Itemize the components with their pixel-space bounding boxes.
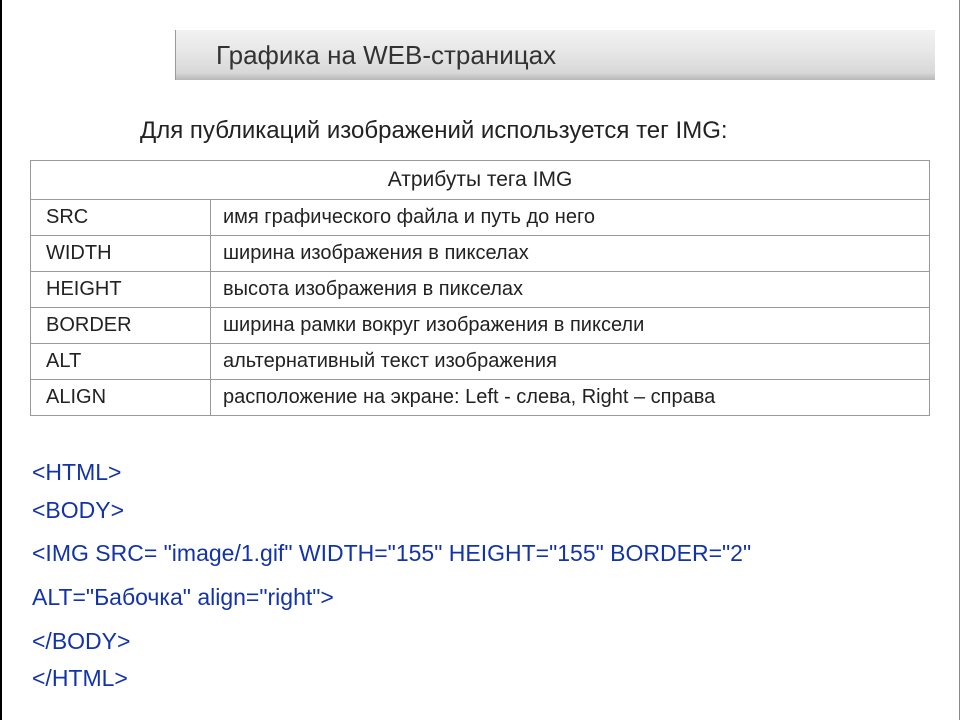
code-line: <HTML> bbox=[32, 455, 751, 491]
table-header: Атрибуты тега IMG bbox=[31, 161, 930, 200]
code-line: ALT="Бабочка" align="right"> bbox=[32, 580, 751, 616]
left-edge bbox=[0, 0, 2, 720]
code-line: <IMG SRC= "image/1.gif" WIDTH="155" HEIG… bbox=[32, 536, 751, 572]
table-row: ALT альтернативный текст изображения bbox=[31, 344, 930, 380]
attr-name: ALIGN bbox=[31, 380, 211, 416]
attr-name: ALT bbox=[31, 344, 211, 380]
attr-name: SRC bbox=[31, 200, 211, 236]
table-row: BORDER ширина рамки вокруг изображения в… bbox=[31, 308, 930, 344]
attr-desc: расположение на экране: Left - слева, Ri… bbox=[211, 380, 930, 416]
attr-desc: имя графического файла и путь до него bbox=[211, 200, 930, 236]
code-line: <BODY> bbox=[32, 493, 751, 529]
attr-desc: альтернативный текст изображения bbox=[211, 344, 930, 380]
img-attributes-table: Атрибуты тега IMG SRC имя графического ф… bbox=[30, 160, 930, 416]
intro-text: Для публикаций изображений используется … bbox=[140, 117, 728, 145]
table-row: ALIGN расположение на экране: Left - сле… bbox=[31, 380, 930, 416]
slide-title: Графика на WEB-страницах bbox=[216, 40, 556, 71]
code-line: </BODY> bbox=[32, 624, 751, 660]
attr-name: HEIGHT bbox=[31, 272, 211, 308]
attr-desc: ширина изображения в пикселах bbox=[211, 236, 930, 272]
attr-desc: высота изображения в пикселах bbox=[211, 272, 930, 308]
attr-name: WIDTH bbox=[31, 236, 211, 272]
table-row: WIDTH ширина изображения в пикселах bbox=[31, 236, 930, 272]
table-row: SRC имя графического файла и путь до нег… bbox=[31, 200, 930, 236]
code-line: </HTML> bbox=[32, 661, 751, 697]
attr-name: BORDER bbox=[31, 308, 211, 344]
slide-title-banner: Графика на WEB-страницах bbox=[175, 30, 935, 80]
attr-desc: ширина рамки вокруг изображения в пиксел… bbox=[211, 308, 930, 344]
code-example: <HTML> <BODY> <IMG SRC= "image/1.gif" WI… bbox=[32, 455, 751, 699]
table-row: HEIGHT высота изображения в пикселах bbox=[31, 272, 930, 308]
